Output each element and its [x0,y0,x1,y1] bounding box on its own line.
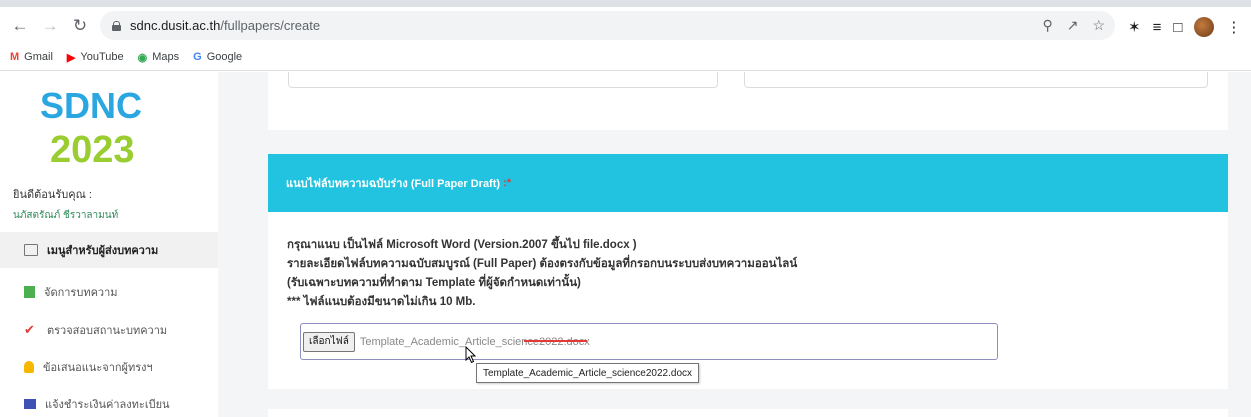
url-text: sdnc.dusit.ac.th/fullpapers/create [130,18,321,33]
address-bar[interactable]: sdnc.dusit.ac.th/fullpapers/create ⚲ ↗ ☆ [100,11,1115,40]
bookmark-gmail[interactable]: M Gmail [10,51,53,63]
mouse-cursor-icon [465,346,477,364]
bookmarks-bar: M Gmail ▶ YouTube ◉ Maps G Google [0,44,1251,71]
sidebar-item-manage-papers[interactable]: จัดการบทความ [24,283,118,301]
reading-list-icon[interactable]: ≡ [1153,19,1162,36]
upload-section-header: แนบไฟล์บทความฉบับร่าง (Full Paper Draft)… [268,154,1228,212]
sidebar: SDNC 2023 ยินดีต้อนรับคุณ : นภัสตรัณภ์ ช… [0,72,218,417]
zoom-icon[interactable]: ⚲ [1042,17,1052,34]
profile-avatar[interactable] [1194,17,1215,37]
extensions-icon[interactable]: ✶ [1128,18,1141,36]
back-arrow-icon[interactable]: ← [8,14,32,38]
page-content: SDNC 2023 ยินดีต้อนรับคุณ : นภัสตรัณภ์ ช… [0,72,1251,417]
file-upload-input[interactable]: เลือกไฟล์ Template_Academic_Article_scie… [300,323,998,360]
file-name-tooltip: Template_Academic_Article_science2022.do… [476,363,700,383]
sidebar-item-payment[interactable]: แจ้งชำระเงินค่าลงทะเบียน [24,395,170,413]
text-field-left[interactable] [288,72,718,88]
text-field-right[interactable] [744,72,1208,88]
sidebar-item-author-menu[interactable]: เมนูสำหรับผู้ส่งบทความ [0,232,218,268]
forward-arrow-icon[interactable]: → [38,14,62,38]
check-icon: ✔ [24,322,35,337]
document-icon [24,286,35,298]
person-icon [24,361,34,373]
welcome-label: ยินดีต้อนรับคุณ : [13,189,92,201]
maps-icon: ◉ [137,51,148,64]
next-section-card [268,409,1228,417]
menu-icon[interactable]: ⋮ [1226,18,1241,36]
sdnc-logo: SDNC 2023 [40,85,142,168]
youtube-icon: ▶ [66,51,76,64]
star-icon[interactable]: ☆ [1092,17,1105,34]
google-icon: G [193,51,202,63]
sidebar-item-check-status[interactable]: ✔ ตรวจสอบสถานะบทความ [24,321,167,339]
svg-text:2023: 2023 [50,129,135,168]
bookmark-google[interactable]: G Google [193,51,242,63]
username-label: นภัสตรัณภ์ ชีรวาลามนท์ [13,210,119,221]
upload-section-body: กรุณาแนบ เป็นไฟล์ Microsoft Word (Versio… [268,212,1228,389]
sidebar-item-reviewer-feedback[interactable]: ข้อเสนอแนะจากผู้ทรงฯ [24,358,153,376]
reload-icon[interactable]: ↻ [68,14,92,38]
browser-tab-strip [0,0,1251,7]
monitor-icon [24,244,38,256]
previous-section-card [268,72,1228,130]
instructions: กรุณาแนบ เป็นไฟล์ Microsoft Word (Versio… [287,239,798,308]
svg-text:SDNC: SDNC [40,85,142,126]
choose-file-button[interactable]: เลือกไฟล์ [303,331,355,352]
bookmark-maps[interactable]: ◉ Maps [138,51,180,64]
bookmark-youtube[interactable]: ▶ YouTube [67,51,124,64]
share-icon[interactable]: ↗ [1067,17,1079,34]
cart-icon [24,399,36,409]
required-mark: :* [503,177,512,189]
highlight-underline [524,340,587,342]
browser-toolbar: ← → ↻ sdnc.dusit.ac.th/fullpapers/create… [0,7,1251,44]
gmail-icon: M [10,51,20,63]
side-panel-icon[interactable]: □ [1173,19,1182,36]
lock-icon [112,20,121,31]
